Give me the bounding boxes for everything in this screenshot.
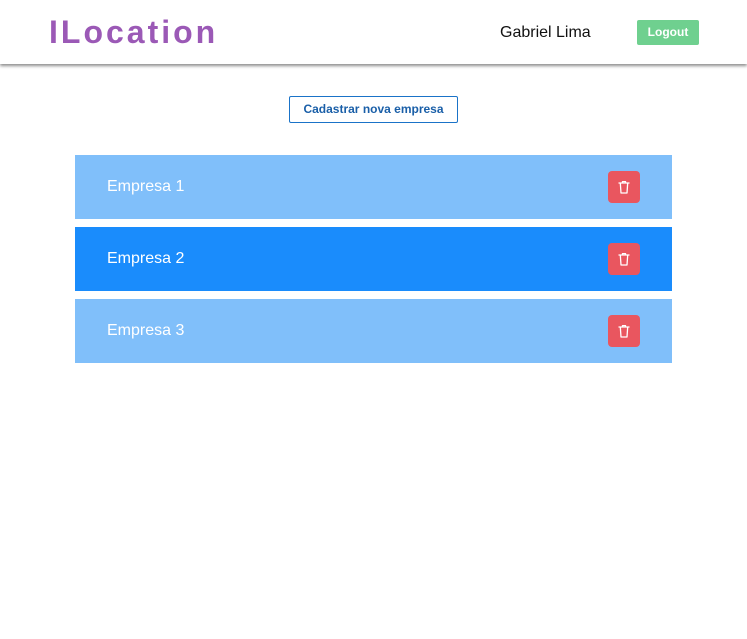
company-name: Empresa 1 — [107, 178, 185, 195]
delete-company-button[interactable] — [608, 171, 640, 203]
user-name: Gabriel Lima — [500, 24, 591, 41]
logout-button[interactable]: Logout — [637, 20, 699, 45]
new-company-button[interactable]: Cadastrar nova empresa — [289, 96, 458, 123]
trash-icon — [618, 180, 630, 194]
trash-icon — [618, 324, 630, 338]
app-header: ILocation Gabriel Lima Logout — [0, 0, 747, 64]
trash-icon — [618, 252, 630, 266]
delete-company-button[interactable] — [608, 315, 640, 347]
app-logo[interactable]: ILocation — [49, 13, 218, 51]
company-item-1[interactable]: Empresa 1 — [75, 155, 672, 219]
company-name: Empresa 3 — [107, 322, 185, 339]
company-item-3[interactable]: Empresa 3 — [75, 299, 672, 363]
company-item-2[interactable]: Empresa 2 — [75, 227, 672, 291]
delete-company-button[interactable] — [608, 243, 640, 275]
company-name: Empresa 2 — [107, 250, 185, 267]
company-list: Empresa 1 Empresa 2 Empresa 3 — [75, 155, 672, 371]
